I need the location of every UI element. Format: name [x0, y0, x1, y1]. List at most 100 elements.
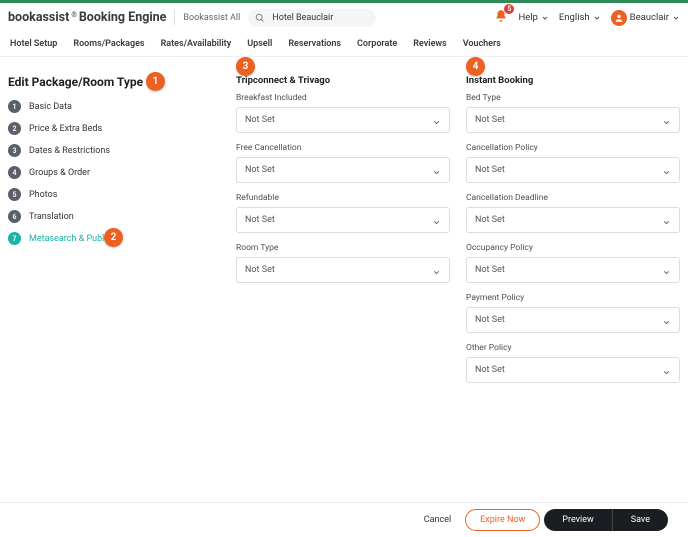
brand-sub: Booking Engine [79, 10, 167, 25]
step-metasearch-publish[interactable]: 7 Metasearch & Publish 2 [8, 232, 218, 245]
language-label: English [559, 12, 590, 23]
select-value: Not Set [245, 265, 275, 275]
brand-secondary: Bookassist All [183, 13, 240, 23]
notifications-button[interactable]: 5 [494, 9, 508, 26]
step-num: 6 [8, 210, 21, 223]
select-refundable[interactable]: Not Set [236, 207, 450, 233]
search-input-wrap[interactable] [248, 9, 376, 27]
nav-item-reservations[interactable]: Reservations [288, 39, 341, 49]
select-value: Not Set [475, 315, 505, 325]
chevron-down-icon [432, 168, 441, 177]
step-dates-restrictions[interactable]: 3 Dates & Restrictions [8, 144, 218, 157]
chevron-down-icon [672, 14, 680, 22]
chevron-down-icon [662, 218, 671, 227]
select-cancellation-deadline[interactable]: Not Set [466, 207, 680, 233]
divider [174, 10, 175, 25]
select-breakfast-included[interactable]: Not Set [236, 107, 450, 133]
chevron-down-icon [662, 118, 671, 127]
select-other-policy[interactable]: Not Set [466, 357, 680, 383]
header-right: 5 Help English Beauclair [494, 9, 680, 26]
nav-item-vouchers[interactable]: Vouchers [463, 39, 501, 49]
section-heading-instant-booking: Instant Booking [466, 75, 680, 86]
search-icon [255, 13, 265, 23]
select-free-cancellation[interactable]: Not Set [236, 157, 450, 183]
nav-item-reviews[interactable]: Reviews [413, 39, 446, 49]
nav-item-rates-availability[interactable]: Rates/Availability [161, 39, 232, 49]
chevron-down-icon [662, 268, 671, 277]
field-label: Other Policy [466, 343, 680, 353]
select-value: Not Set [245, 165, 275, 175]
select-value: Not Set [475, 265, 505, 275]
page-title-row: Edit Package/Room Type 1 [8, 75, 218, 89]
step-num: 7 [8, 232, 21, 245]
step-price-extra-beds[interactable]: 2 Price & Extra Beds [8, 122, 218, 135]
field-label: Bed Type [466, 93, 680, 103]
notif-badge: 5 [504, 4, 514, 14]
select-occupancy-policy[interactable]: Not Set [466, 257, 680, 283]
step-basic-data[interactable]: 1 Basic Data [8, 100, 218, 113]
nav-item-corporate[interactable]: Corporate [357, 39, 397, 49]
step-num: 3 [8, 144, 21, 157]
expire-now-button[interactable]: Expire Now [465, 509, 540, 531]
field-label: Payment Policy [466, 293, 680, 303]
avatar [611, 10, 627, 26]
search-input[interactable] [270, 12, 370, 24]
select-payment-policy[interactable]: Not Set [466, 307, 680, 333]
chevron-down-icon [541, 14, 549, 22]
select-room-type[interactable]: Not Set [236, 257, 450, 283]
brand-reg: ® [71, 11, 77, 19]
select-cancellation-policy[interactable]: Not Set [466, 157, 680, 183]
footer: Cancel Expire Now Preview Save [0, 502, 688, 537]
step-num: 1 [8, 100, 21, 113]
header-bar: bookassist ® Booking Engine Bookassist A… [0, 3, 688, 32]
main-area: Edit Package/Room Type 1 1 Basic Data 2 … [0, 57, 688, 503]
help-label: Help [518, 12, 537, 23]
language-link[interactable]: English [559, 12, 601, 23]
step-label: Photos [29, 190, 57, 200]
footer-btn-group: Preview Save [544, 509, 668, 531]
callout-2: 2 [104, 228, 123, 247]
field-label: Cancellation Policy [466, 143, 680, 153]
chevron-down-icon [432, 268, 441, 277]
select-bed-type[interactable]: Not Set [466, 107, 680, 133]
nav-item-hotel-setup[interactable]: Hotel Setup [10, 39, 57, 49]
nav-item-upsell[interactable]: Upsell [247, 39, 272, 49]
field-label: Room Type [236, 243, 450, 253]
user-icon [614, 13, 624, 23]
field-label: Refundable [236, 193, 450, 203]
field-label: Breakfast Included [236, 93, 450, 103]
chevron-down-icon [432, 218, 441, 227]
nav-item-rooms-packages[interactable]: Rooms/Packages [73, 39, 144, 49]
select-value: Not Set [475, 165, 505, 175]
step-label: Price & Extra Beds [29, 124, 102, 134]
page-title: Edit Package/Room Type [8, 75, 143, 89]
select-value: Not Set [475, 215, 505, 225]
callout-1: 1 [146, 72, 165, 91]
step-translation[interactable]: 6 Translation [8, 210, 218, 223]
section-heading-tripconnect: Tripconnect & Trivago [236, 75, 450, 86]
select-value: Not Set [475, 365, 505, 375]
chevron-down-icon [593, 14, 601, 22]
step-label: Translation [29, 212, 74, 222]
save-button[interactable]: Save [613, 509, 668, 531]
step-num: 2 [8, 122, 21, 135]
help-link[interactable]: Help [518, 12, 548, 23]
step-num: 5 [8, 188, 21, 201]
chevron-down-icon [662, 368, 671, 377]
select-value: Not Set [245, 115, 275, 125]
step-label: Groups & Order [29, 168, 90, 178]
user-menu[interactable]: Beauclair [611, 10, 680, 26]
field-label: Occupancy Policy [466, 243, 680, 253]
footer-wrap: 5 Cancel Expire Now Preview Save [0, 477, 688, 537]
step-list: 1 Basic Data 2 Price & Extra Beds 3 Date… [8, 100, 218, 245]
user-label: Beauclair [630, 12, 669, 23]
chevron-down-icon [432, 118, 441, 127]
brand: bookassist ® Booking Engine [8, 10, 166, 25]
preview-button[interactable]: Preview [544, 509, 612, 531]
step-label: Basic Data [29, 102, 72, 112]
step-groups-order[interactable]: 4 Groups & Order [8, 166, 218, 179]
sidebar: Edit Package/Room Type 1 1 Basic Data 2 … [0, 57, 228, 503]
step-photos[interactable]: 5 Photos [8, 188, 218, 201]
cancel-button[interactable]: Cancel [410, 515, 465, 525]
col-tripconnect: 3 Tripconnect & Trivago Breakfast Includ… [236, 75, 450, 493]
